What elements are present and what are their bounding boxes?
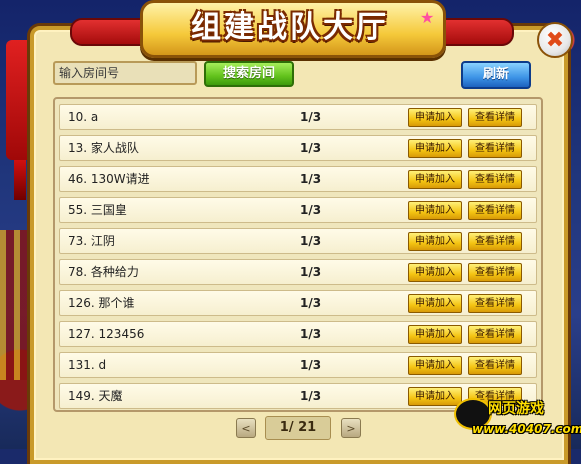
room-row[interactable]: 131. d 1/3 申请加入 查看详情 [59,352,537,378]
room-name: 55. 三国皇 [68,203,127,217]
apply-join-button[interactable]: 申请加入 [408,108,462,127]
room-row[interactable]: 78. 各种给力 1/3 申请加入 查看详情 [59,259,537,285]
apply-join-button[interactable]: 申请加入 [408,263,462,282]
room-name: 13. 家人战队 [68,141,139,155]
room-name: 78. 各种给力 [68,265,139,279]
room-row[interactable]: 10. a 1/3 申请加入 查看详情 [59,104,537,130]
room-member-count: 1/3 [300,327,322,341]
apply-join-button[interactable]: 申请加入 [408,356,462,375]
room-row[interactable]: 13. 家人战队 1/3 申请加入 查看详情 [59,135,537,161]
chevron-right-icon: > [346,422,356,435]
close-icon: ✖ [545,27,565,53]
chevron-left-icon: < [241,422,251,435]
view-details-button[interactable]: 查看详情 [468,325,522,344]
room-name: 73. 江阴 [68,234,115,248]
watermark-title: 网页游戏 [488,401,544,417]
room-member-count: 1/3 [300,172,322,186]
view-details-button[interactable]: 查看详情 [468,201,522,220]
star-icon: ★ [420,8,435,27]
room-name: 149. 天魔 [68,389,123,403]
room-row[interactable]: 126. 那个谁 1/3 申请加入 查看详情 [59,290,537,316]
view-details-button[interactable]: 查看详情 [468,356,522,375]
apply-join-button[interactable]: 申请加入 [408,139,462,158]
apply-join-button[interactable]: 申请加入 [408,201,462,220]
view-details-button[interactable]: 查看详情 [468,294,522,313]
room-row[interactable]: 73. 江阴 1/3 申请加入 查看详情 [59,228,537,254]
prev-page-button[interactable]: < [236,418,256,438]
room-member-count: 1/3 [300,203,322,217]
view-details-button[interactable]: 查看详情 [468,263,522,282]
room-row[interactable]: 127. 123456 1/3 申请加入 查看详情 [59,321,537,347]
room-member-count: 1/3 [300,141,322,155]
room-name: 127. 123456 [68,327,145,341]
view-details-button[interactable]: 查看详情 [468,232,522,251]
window-title: 组建战队大厅 [191,10,389,45]
room-name: 126. 那个谁 [68,296,135,310]
room-member-count: 1/3 [300,110,322,124]
room-name: 46. 130W请进 [68,172,150,186]
room-name: 10. a [68,110,99,124]
next-page-button[interactable]: > [341,418,361,438]
room-member-count: 1/3 [300,358,322,372]
room-member-count: 1/3 [300,265,322,279]
view-details-button[interactable]: 查看详情 [468,170,522,189]
room-row[interactable]: 46. 130W请进 1/3 申请加入 查看详情 [59,166,537,192]
view-details-button[interactable]: 查看详情 [468,139,522,158]
room-member-count: 1/3 [300,234,322,248]
page-indicator: 1/ 21 [265,416,331,440]
site-watermark: 网页游戏 www.40407.com [454,396,581,444]
room-member-count: 1/3 [300,389,322,403]
refresh-button[interactable]: 刷新 [461,61,531,89]
apply-join-button[interactable]: 申请加入 [408,325,462,344]
close-button[interactable]: ✖ [537,22,573,58]
apply-join-button[interactable]: 申请加入 [408,170,462,189]
apply-join-button[interactable]: 申请加入 [408,294,462,313]
room-row[interactable]: 55. 三国皇 1/3 申请加入 查看详情 [59,197,537,223]
room-name: 131. d [68,358,107,372]
room-member-count: 1/3 [300,296,322,310]
apply-join-button[interactable]: 申请加入 [408,232,462,251]
search-room-button[interactable]: 搜索房间 [204,61,294,87]
room-number-input[interactable]: 输入房间号 [53,61,197,85]
view-details-button[interactable]: 查看详情 [468,108,522,127]
watermark-url: www.40407.com [472,422,581,436]
room-list: 10. a 1/3 申请加入 查看详情 13. 家人战队 1/3 申请加入 查看详情 46. 1… [53,97,543,412]
